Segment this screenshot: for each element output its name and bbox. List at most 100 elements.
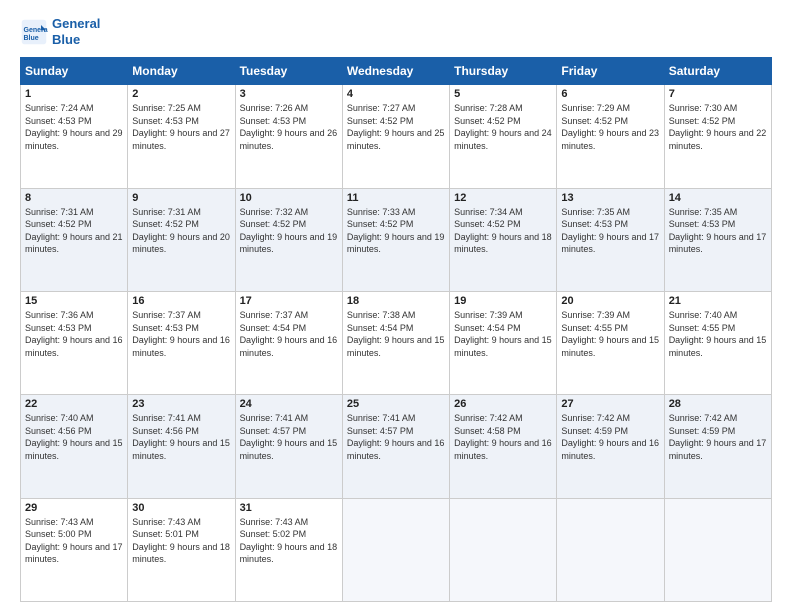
calendar-cell: 28 Sunrise: 7:42 AMSunset: 4:59 PMDaylig… [664, 395, 771, 498]
day-info: Sunrise: 7:25 AMSunset: 4:53 PMDaylight:… [132, 103, 230, 151]
day-info: Sunrise: 7:42 AMSunset: 4:59 PMDaylight:… [561, 413, 659, 461]
day-info: Sunrise: 7:26 AMSunset: 4:53 PMDaylight:… [240, 103, 338, 151]
calendar-cell: 7 Sunrise: 7:30 AMSunset: 4:52 PMDayligh… [664, 85, 771, 188]
day-number: 26 [454, 398, 552, 410]
calendar-cell: 17 Sunrise: 7:37 AMSunset: 4:54 PMDaylig… [235, 291, 342, 394]
calendar-cell: 29 Sunrise: 7:43 AMSunset: 5:00 PMDaylig… [21, 498, 128, 601]
day-info: Sunrise: 7:34 AMSunset: 4:52 PMDaylight:… [454, 207, 552, 255]
day-info: Sunrise: 7:37 AMSunset: 4:53 PMDaylight:… [132, 310, 230, 358]
day-info: Sunrise: 7:41 AMSunset: 4:57 PMDaylight:… [347, 413, 445, 461]
day-info: Sunrise: 7:42 AMSunset: 4:58 PMDaylight:… [454, 413, 552, 461]
day-info: Sunrise: 7:39 AMSunset: 4:55 PMDaylight:… [561, 310, 659, 358]
day-info: Sunrise: 7:24 AMSunset: 4:53 PMDaylight:… [25, 103, 123, 151]
calendar-cell: 24 Sunrise: 7:41 AMSunset: 4:57 PMDaylig… [235, 395, 342, 498]
calendar-cell: 21 Sunrise: 7:40 AMSunset: 4:55 PMDaylig… [664, 291, 771, 394]
day-info: Sunrise: 7:40 AMSunset: 4:56 PMDaylight:… [25, 413, 123, 461]
day-info: Sunrise: 7:30 AMSunset: 4:52 PMDaylight:… [669, 103, 767, 151]
day-number: 27 [561, 398, 659, 410]
day-info: Sunrise: 7:36 AMSunset: 4:53 PMDaylight:… [25, 310, 123, 358]
day-number: 7 [669, 88, 767, 100]
calendar-cell: 27 Sunrise: 7:42 AMSunset: 4:59 PMDaylig… [557, 395, 664, 498]
day-number: 1 [25, 88, 123, 100]
day-info: Sunrise: 7:27 AMSunset: 4:52 PMDaylight:… [347, 103, 445, 151]
calendar-table: SundayMondayTuesdayWednesdayThursdayFrid… [20, 57, 772, 602]
calendar-cell: 26 Sunrise: 7:42 AMSunset: 4:58 PMDaylig… [450, 395, 557, 498]
calendar-cell: 23 Sunrise: 7:41 AMSunset: 4:56 PMDaylig… [128, 395, 235, 498]
calendar-cell: 10 Sunrise: 7:32 AMSunset: 4:52 PMDaylig… [235, 188, 342, 291]
calendar-cell: 19 Sunrise: 7:39 AMSunset: 4:54 PMDaylig… [450, 291, 557, 394]
day-number: 15 [25, 295, 123, 307]
day-info: Sunrise: 7:35 AMSunset: 4:53 PMDaylight:… [669, 207, 767, 255]
day-number: 12 [454, 192, 552, 204]
day-number: 29 [25, 502, 123, 514]
day-number: 17 [240, 295, 338, 307]
calendar-cell [557, 498, 664, 601]
day-info: Sunrise: 7:31 AMSunset: 4:52 PMDaylight:… [132, 207, 230, 255]
day-info: Sunrise: 7:32 AMSunset: 4:52 PMDaylight:… [240, 207, 338, 255]
day-number: 23 [132, 398, 230, 410]
day-number: 3 [240, 88, 338, 100]
logo-text-general: General [52, 16, 100, 32]
calendar-cell: 11 Sunrise: 7:33 AMSunset: 4:52 PMDaylig… [342, 188, 449, 291]
day-info: Sunrise: 7:39 AMSunset: 4:54 PMDaylight:… [454, 310, 552, 358]
logo: General Blue General Blue [20, 16, 100, 47]
day-number: 28 [669, 398, 767, 410]
calendar-cell: 3 Sunrise: 7:26 AMSunset: 4:53 PMDayligh… [235, 85, 342, 188]
day-number: 16 [132, 295, 230, 307]
day-info: Sunrise: 7:43 AMSunset: 5:00 PMDaylight:… [25, 517, 123, 565]
calendar-cell [664, 498, 771, 601]
calendar-cell: 8 Sunrise: 7:31 AMSunset: 4:52 PMDayligh… [21, 188, 128, 291]
day-info: Sunrise: 7:43 AMSunset: 5:01 PMDaylight:… [132, 517, 230, 565]
day-info: Sunrise: 7:38 AMSunset: 4:54 PMDaylight:… [347, 310, 445, 358]
day-number: 21 [669, 295, 767, 307]
calendar-cell: 1 Sunrise: 7:24 AMSunset: 4:53 PMDayligh… [21, 85, 128, 188]
calendar-week-row: 1 Sunrise: 7:24 AMSunset: 4:53 PMDayligh… [21, 85, 772, 188]
day-info: Sunrise: 7:29 AMSunset: 4:52 PMDaylight:… [561, 103, 659, 151]
calendar-week-row: 8 Sunrise: 7:31 AMSunset: 4:52 PMDayligh… [21, 188, 772, 291]
calendar-cell: 30 Sunrise: 7:43 AMSunset: 5:01 PMDaylig… [128, 498, 235, 601]
svg-text:Blue: Blue [24, 34, 39, 41]
header: General Blue General Blue [20, 16, 772, 47]
weekday-header-thursday: Thursday [450, 58, 557, 85]
day-info: Sunrise: 7:41 AMSunset: 4:57 PMDaylight:… [240, 413, 338, 461]
day-number: 8 [25, 192, 123, 204]
day-number: 25 [347, 398, 445, 410]
calendar-cell: 14 Sunrise: 7:35 AMSunset: 4:53 PMDaylig… [664, 188, 771, 291]
calendar-cell: 16 Sunrise: 7:37 AMSunset: 4:53 PMDaylig… [128, 291, 235, 394]
day-number: 2 [132, 88, 230, 100]
day-number: 24 [240, 398, 338, 410]
calendar-cell: 20 Sunrise: 7:39 AMSunset: 4:55 PMDaylig… [557, 291, 664, 394]
day-info: Sunrise: 7:37 AMSunset: 4:54 PMDaylight:… [240, 310, 338, 358]
day-info: Sunrise: 7:40 AMSunset: 4:55 PMDaylight:… [669, 310, 767, 358]
day-info: Sunrise: 7:28 AMSunset: 4:52 PMDaylight:… [454, 103, 552, 151]
day-number: 22 [25, 398, 123, 410]
calendar-cell: 18 Sunrise: 7:38 AMSunset: 4:54 PMDaylig… [342, 291, 449, 394]
day-info: Sunrise: 7:35 AMSunset: 4:53 PMDaylight:… [561, 207, 659, 255]
day-info: Sunrise: 7:33 AMSunset: 4:52 PMDaylight:… [347, 207, 445, 255]
day-number: 14 [669, 192, 767, 204]
calendar-week-row: 29 Sunrise: 7:43 AMSunset: 5:00 PMDaylig… [21, 498, 772, 601]
day-info: Sunrise: 7:31 AMSunset: 4:52 PMDaylight:… [25, 207, 123, 255]
weekday-header-saturday: Saturday [664, 58, 771, 85]
calendar-week-row: 15 Sunrise: 7:36 AMSunset: 4:53 PMDaylig… [21, 291, 772, 394]
calendar-cell: 12 Sunrise: 7:34 AMSunset: 4:52 PMDaylig… [450, 188, 557, 291]
calendar-header-row: SundayMondayTuesdayWednesdayThursdayFrid… [21, 58, 772, 85]
day-info: Sunrise: 7:43 AMSunset: 5:02 PMDaylight:… [240, 517, 338, 565]
page-container: General Blue General Blue SundayMondayTu… [0, 0, 792, 612]
calendar-cell: 22 Sunrise: 7:40 AMSunset: 4:56 PMDaylig… [21, 395, 128, 498]
svg-text:General: General [24, 27, 49, 34]
calendar-cell: 31 Sunrise: 7:43 AMSunset: 5:02 PMDaylig… [235, 498, 342, 601]
calendar-cell: 4 Sunrise: 7:27 AMSunset: 4:52 PMDayligh… [342, 85, 449, 188]
day-number: 6 [561, 88, 659, 100]
weekday-header-tuesday: Tuesday [235, 58, 342, 85]
calendar-cell [342, 498, 449, 601]
weekday-header-friday: Friday [557, 58, 664, 85]
day-number: 9 [132, 192, 230, 204]
calendar-cell: 15 Sunrise: 7:36 AMSunset: 4:53 PMDaylig… [21, 291, 128, 394]
calendar-cell: 9 Sunrise: 7:31 AMSunset: 4:52 PMDayligh… [128, 188, 235, 291]
weekday-header-sunday: Sunday [21, 58, 128, 85]
calendar-cell [450, 498, 557, 601]
day-info: Sunrise: 7:42 AMSunset: 4:59 PMDaylight:… [669, 413, 767, 461]
calendar-cell: 25 Sunrise: 7:41 AMSunset: 4:57 PMDaylig… [342, 395, 449, 498]
calendar-cell: 13 Sunrise: 7:35 AMSunset: 4:53 PMDaylig… [557, 188, 664, 291]
